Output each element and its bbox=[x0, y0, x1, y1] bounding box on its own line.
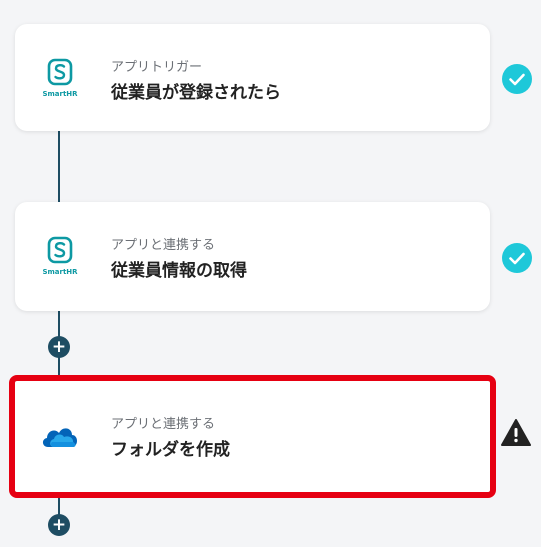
plus-icon: + bbox=[51, 336, 67, 357]
flow-step-get-employee[interactable]: SmartHR アプリと連携する 従業員情報の取得 bbox=[15, 202, 490, 311]
check-icon bbox=[502, 64, 532, 94]
step-title: 従業員情報の取得 bbox=[111, 261, 247, 281]
step-title: フォルダを作成 bbox=[111, 440, 230, 460]
workflow-canvas: SmartHR アプリトリガー 従業員が登録されたら SmartHR アプリと連… bbox=[0, 0, 541, 547]
flow-step-create-folder[interactable]: アプリと連携する フォルダを作成 bbox=[9, 375, 496, 498]
warning-icon bbox=[501, 419, 531, 446]
smarthr-logo-text: SmartHR bbox=[42, 268, 78, 276]
step-type-label: アプリと連携する bbox=[111, 238, 216, 253]
add-step-button[interactable]: + bbox=[48, 514, 70, 536]
check-icon bbox=[502, 243, 532, 273]
step-type-label: アプリトリガー bbox=[111, 60, 203, 75]
smarthr-logo-text: SmartHR bbox=[42, 90, 78, 98]
connector-line bbox=[58, 131, 60, 202]
onedrive-logo-icon bbox=[42, 428, 78, 447]
flow-step-trigger[interactable]: SmartHR アプリトリガー 従業員が登録されたら bbox=[15, 24, 490, 131]
step-title: 従業員が登録されたら bbox=[111, 83, 281, 103]
step-type-label: アプリと連携する bbox=[111, 417, 216, 432]
smarthr-logo-icon: SmartHR bbox=[42, 58, 78, 98]
plus-icon: + bbox=[51, 514, 67, 535]
add-step-button[interactable]: + bbox=[48, 336, 70, 358]
smarthr-logo-icon: SmartHR bbox=[42, 236, 78, 276]
